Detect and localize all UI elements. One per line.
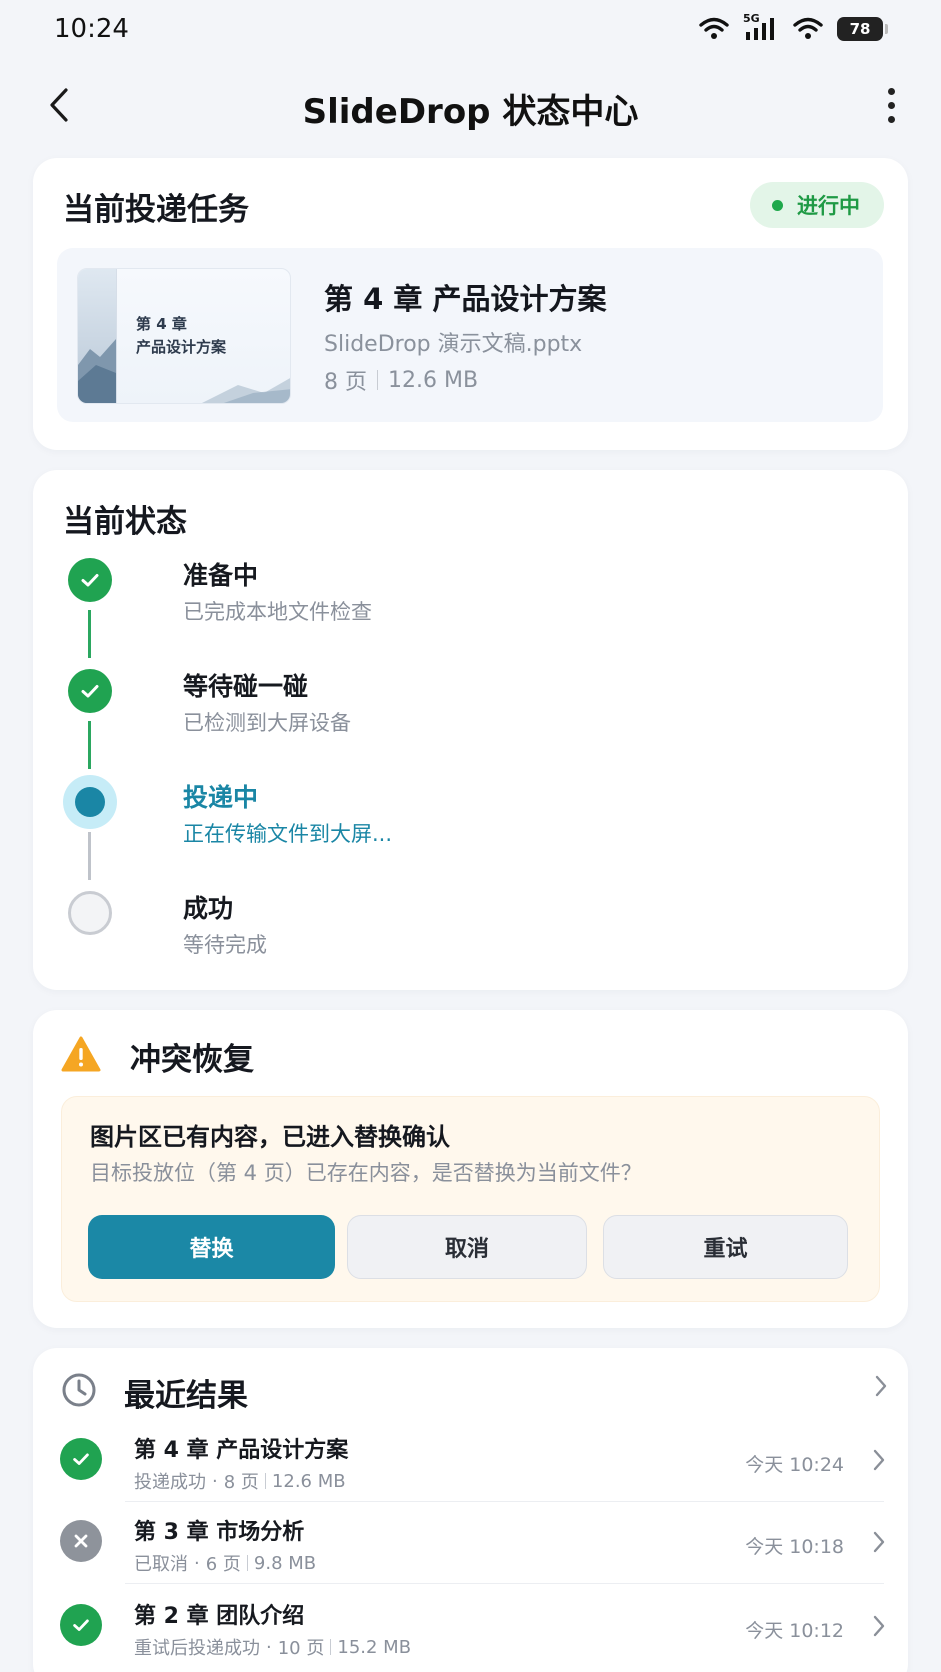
chevron-right-icon (875, 1375, 887, 1397)
divider (246, 1555, 248, 1571)
current-task-heading: 当前投递任务 (63, 192, 249, 228)
recent-pages: 6 页 (205, 1554, 241, 1575)
pending-circle-icon (68, 891, 112, 935)
slide-thumbnail: 第 4 章 产品设计方案 (77, 268, 291, 404)
divider (264, 1473, 266, 1489)
status-badge-label: 进行中 (797, 194, 860, 218)
divider (377, 370, 378, 390)
thumbnail-text: 第 4 章 产品设计方案 (136, 313, 226, 359)
check-icon (68, 558, 112, 602)
recent-title: 第 2 章 团队介绍 (134, 1604, 305, 1629)
step-desc: 已完成本地文件检查 (183, 600, 372, 624)
recent-subtitle: 重试后投递成功 · 10 页 15.2 MB (134, 1634, 411, 1660)
step-label: 准备中 (183, 561, 259, 590)
status-icons: 5G 78 (699, 12, 888, 42)
conflict-box: 图片区已有内容，已进入替换确认 目标投放位（第 4 页）已存在内容，是否替换为当… (61, 1096, 880, 1302)
thumbnail-subtitle: 产品设计方案 (136, 338, 227, 356)
step-desc: 正在传输文件到大屏... (183, 822, 393, 846)
step-label: 等待碰一碰 (183, 672, 309, 701)
wifi-icon-secondary (793, 17, 823, 39)
recent-time: 今天 10:18 (745, 1536, 844, 1558)
current-status-heading: 当前状态 (63, 504, 187, 540)
recent-status: 投递成功 (134, 1472, 206, 1493)
chevron-right-icon (873, 1449, 885, 1471)
current-status-card: 当前状态 准备中 已完成本地文件检查 等待碰一碰 已检测到大屏设备 投递中 正在… (33, 470, 908, 990)
recent-size: 9.8 MB (253, 1552, 317, 1574)
battery-icon: 78 (837, 17, 888, 41)
file-pages: 8 页 (324, 370, 367, 395)
more-dot-icon (887, 101, 895, 109)
conflict-recovery-card: 冲突恢复 图片区已有内容，已进入替换确认 目标投放位（第 4 页）已存在内容，是… (33, 1010, 908, 1328)
conflict-title: 图片区已有内容，已进入替换确认 (90, 1123, 450, 1151)
clock-icon (62, 1373, 96, 1407)
retry-button[interactable]: 重试 (603, 1215, 848, 1279)
recent-subtitle: 已取消 · 6 页 9.8 MB (134, 1550, 316, 1576)
status-bar: 10:24 5G 78 (0, 0, 941, 62)
wifi-icon (699, 17, 729, 39)
page-title: SlideDrop 状态中心 (302, 92, 639, 132)
step-connector (88, 610, 91, 658)
recent-more-button[interactable] (874, 1374, 888, 1402)
divider (330, 1639, 332, 1655)
thumbnail-chapter: 第 4 章 (136, 315, 187, 333)
recent-results-card: 最近结果 第 4 章 产品设计方案 投递成功 · 8 页 12.6 MB 今天 1… (33, 1348, 908, 1672)
status-dot-icon (772, 199, 783, 211)
recent-row[interactable]: 第 4 章 产品设计方案 投递成功 · 8 页 12.6 MB 今天 10:24 (33, 1420, 908, 1502)
recent-title: 第 4 章 产品设计方案 (134, 1438, 349, 1463)
more-options-button[interactable] (869, 80, 913, 130)
file-title: 第 4 章 产品设计方案 (324, 282, 607, 316)
signal-icon: 5G (743, 12, 779, 42)
recent-results-heading: 最近结果 (124, 1378, 248, 1414)
check-icon (60, 1604, 102, 1646)
step-desc: 已检测到大屏设备 (183, 711, 351, 735)
recent-pages: 10 页 (277, 1638, 325, 1659)
conflict-desc: 目标投放位（第 4 页）已存在内容，是否替换为当前文件？ (90, 1161, 642, 1185)
close-icon (60, 1520, 102, 1562)
recent-status: 重试后投递成功 (134, 1638, 260, 1659)
recent-subtitle: 投递成功 · 8 页 12.6 MB (134, 1468, 346, 1494)
replace-button[interactable]: 替换 (88, 1215, 335, 1279)
step-label: 投递中 (183, 783, 259, 812)
warning-icon (61, 1036, 101, 1072)
check-icon (60, 1438, 102, 1480)
recent-pages: 8 页 (223, 1472, 259, 1493)
step-desc: 等待完成 (183, 933, 267, 957)
current-task-card: 当前投递任务 进行中 第 4 章 产品设计方案 第 4 章 产品设计方案 Sli… (33, 158, 908, 450)
step-connector (88, 832, 91, 880)
check-icon (68, 669, 112, 713)
recent-title: 第 3 章 市场分析 (134, 1520, 305, 1545)
recent-size: 12.6 MB (271, 1470, 346, 1492)
file-name: SlideDrop 演示文稿.pptx (324, 332, 583, 357)
progress-dot-icon (63, 775, 117, 829)
recent-row[interactable]: 第 3 章 市场分析 已取消 · 6 页 9.8 MB 今天 10:18 (33, 1502, 908, 1584)
file-meta: 8 页 12.6 MB (324, 364, 478, 396)
cancel-button[interactable]: 取消 (347, 1215, 587, 1279)
recent-time: 今天 10:12 (745, 1620, 844, 1642)
more-dot-icon (887, 115, 895, 123)
task-file-box[interactable]: 第 4 章 产品设计方案 第 4 章 产品设计方案 SlideDrop 演示文稿… (57, 248, 883, 422)
chevron-right-icon (873, 1531, 885, 1553)
recent-size: 15.2 MB (337, 1636, 412, 1658)
status-badge: 进行中 (750, 182, 884, 228)
recent-row[interactable]: 第 2 章 团队介绍 重试后投递成功 · 10 页 15.2 MB 今天 10:1… (33, 1586, 908, 1668)
file-size: 12.6 MB (388, 367, 479, 393)
recent-status: 已取消 (134, 1554, 188, 1575)
step-connector (88, 721, 91, 769)
step-label: 成功 (183, 894, 234, 923)
app-bar: SlideDrop 状态中心 (0, 70, 941, 140)
conflict-heading: 冲突恢复 (130, 1042, 254, 1078)
more-dot-icon (887, 87, 895, 95)
status-time: 10:24 (54, 14, 129, 44)
chevron-right-icon (873, 1615, 885, 1637)
recent-time: 今天 10:24 (745, 1454, 844, 1476)
